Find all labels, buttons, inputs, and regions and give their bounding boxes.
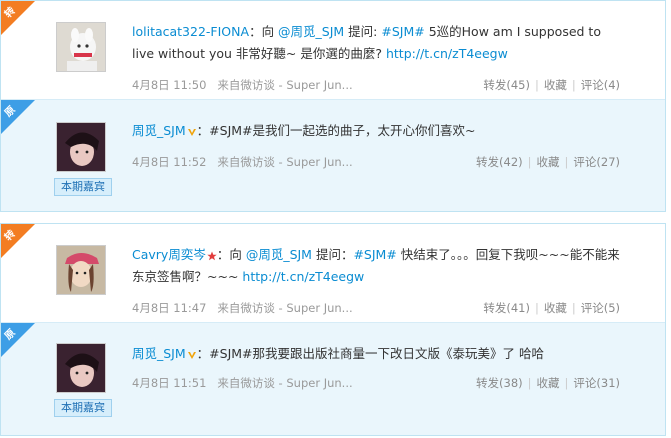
mention-link[interactable]: @周觅_SJM xyxy=(246,247,312,262)
answer-user-link[interactable]: 周觅_SJM xyxy=(132,123,186,138)
question-text: lolitacat322-FIONA：向 @周觅_SJM 提问: #SJM# 5… xyxy=(132,24,601,61)
source-link[interactable]: 来自微访谈 - Super Jun... xyxy=(217,78,352,92)
forward-button[interactable]: 转发(38) xyxy=(476,376,523,390)
comment-button[interactable]: 评论(4) xyxy=(581,78,620,92)
answer-text: 周觅_SJM ：#SJM#是我们一起选的曲子，太开心你们喜欢~ xyxy=(132,123,476,138)
comment-button[interactable]: 评论(27) xyxy=(573,155,620,169)
favorite-button[interactable]: 收藏 xyxy=(544,78,567,92)
favorite-button[interactable]: 收藏 xyxy=(537,155,560,169)
short-url-link[interactable]: http://t.cn/zT4eegw xyxy=(242,269,364,284)
timestamp[interactable]: 4月8日 11:50 xyxy=(132,78,206,92)
avatar-image xyxy=(57,246,105,294)
guest-badge: 本期嘉宾 xyxy=(54,178,112,196)
guest-badge: 本期嘉宾 xyxy=(54,399,112,417)
timestamp[interactable]: 4月8日 11:52 xyxy=(132,155,206,169)
qa-card-2: 转 Cavry周奕岑 ：向 @周觅_SJM 提问：#SJM# 快结束了。。。回复下… xyxy=(0,223,666,436)
comment-button[interactable]: 评论(5) xyxy=(581,301,620,315)
star-icon xyxy=(207,251,217,260)
answer-user-link[interactable]: 周觅_SJM xyxy=(132,346,186,361)
question-user-link[interactable]: lolitacat322-FIONA xyxy=(132,24,249,39)
comment-button[interactable]: 评论(31) xyxy=(573,376,620,390)
question-user-link[interactable]: Cavry周奕岑 xyxy=(132,247,206,262)
avatar[interactable] xyxy=(56,343,106,393)
mention-link[interactable]: @周觅_SJM xyxy=(278,24,344,39)
topic-link[interactable]: #SJM# xyxy=(353,247,396,262)
forward-button[interactable]: 转发(41) xyxy=(483,301,530,315)
qa-card-1: 转 lolitacat322-FIONA：向 @周觅_SJM 提问: #SJM#… xyxy=(0,0,666,212)
verified-icon xyxy=(187,351,196,359)
avatar-image xyxy=(57,123,105,171)
favorite-button[interactable]: 收藏 xyxy=(544,301,567,315)
source-link[interactable]: 来自微访谈 - Super Jun... xyxy=(217,155,352,169)
question-block: 转 lolitacat322-FIONA：向 @周觅_SJM 提问: #SJM#… xyxy=(1,1,665,99)
question-block: 转 Cavry周奕岑 ：向 @周觅_SJM 提问：#SJM# 快结束了。。。回复下… xyxy=(1,224,665,322)
avatar[interactable] xyxy=(56,245,106,295)
verified-icon xyxy=(187,128,196,136)
avatar[interactable] xyxy=(56,122,106,172)
avatar[interactable] xyxy=(56,22,106,72)
avatar-image xyxy=(57,23,105,71)
forward-button[interactable]: 转发(45) xyxy=(483,78,530,92)
answer-block: 原 本期嘉宾 周觅_SJM ：#SJM#是我们一起选的曲子，太开心你们喜欢~ 4月… xyxy=(1,99,665,211)
timestamp[interactable]: 4月8日 11:47 xyxy=(132,301,206,315)
source-link[interactable]: 来自微访谈 - Super Jun... xyxy=(217,376,352,390)
answer-block: 原 本期嘉宾 周觅_SJM ：#SJM#那我要跟出版社商量一下改日文版《泰玩美》了… xyxy=(1,322,665,435)
source-link[interactable]: 来自微访谈 - Super Jun... xyxy=(217,301,352,315)
short-url-link[interactable]: http://t.cn/zT4eegw xyxy=(386,46,508,61)
answer-text: 周觅_SJM ：#SJM#那我要跟出版社商量一下改日文版《泰玩美》了 哈哈 xyxy=(132,346,544,361)
question-text: Cavry周奕岑 ：向 @周觅_SJM 提问：#SJM# 快结束了。。。回复下我呗… xyxy=(132,247,620,284)
timestamp[interactable]: 4月8日 11:51 xyxy=(132,376,206,390)
topic-link[interactable]: #SJM# xyxy=(381,24,424,39)
avatar-image xyxy=(57,344,105,392)
forward-button[interactable]: 转发(42) xyxy=(476,155,523,169)
favorite-button[interactable]: 收藏 xyxy=(537,376,560,390)
